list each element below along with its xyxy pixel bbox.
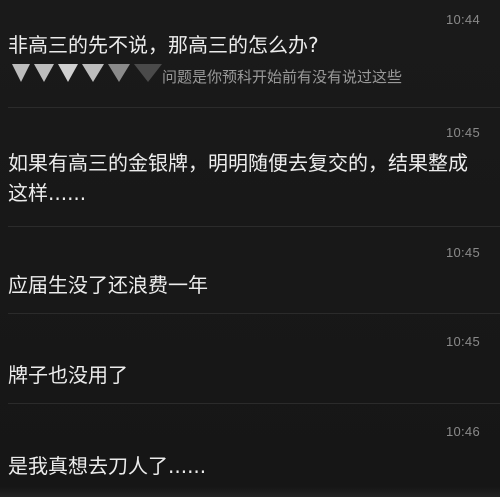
- comment-text: 非高三的先不说，那高三的怎么办?: [8, 33, 319, 57]
- comment-text: 如果有高三的金银牌，明明随便去复交的，结果整成这样......: [8, 151, 468, 205]
- quoted-reply-text: 问题是你预科开始前有没有说过这些: [162, 68, 403, 86]
- comment-timestamp: 10:45: [445, 245, 480, 260]
- comment-text: 应届生没了还浪费一年: [8, 273, 208, 297]
- comment-timestamp: 10:44: [445, 12, 480, 27]
- comment-item[interactable]: 10:44 非高三的先不说，那高三的怎么办? 问题是你预科开始前有没有说过这些: [0, 0, 500, 108]
- bottom-fade: [0, 487, 500, 497]
- comment-timestamp: 10:45: [445, 334, 480, 349]
- comment-divider: [8, 226, 500, 227]
- comment-item[interactable]: 10:45 如果有高三的金银牌，明明随便去复交的，结果整成这样......: [0, 108, 500, 228]
- redaction-mark: [12, 64, 162, 82]
- comment-text: 牌子也没用了: [8, 363, 128, 387]
- comment-timestamp: 10:45: [445, 125, 480, 140]
- comment-item[interactable]: 10:45 应届生没了还浪费一年: [0, 228, 500, 314]
- comment-text: 是我真想去刀人了......: [8, 454, 207, 478]
- comment-thread: 10:44 非高三的先不说，那高三的怎么办? 问题是你预科开始前有没有说过这些 …: [0, 0, 500, 497]
- comment-timestamp: 10:46: [445, 424, 480, 439]
- comment-item[interactable]: 10:46 是我真想去刀人了......: [0, 404, 500, 497]
- comment-item[interactable]: 10:45 牌子也没用了: [0, 314, 500, 404]
